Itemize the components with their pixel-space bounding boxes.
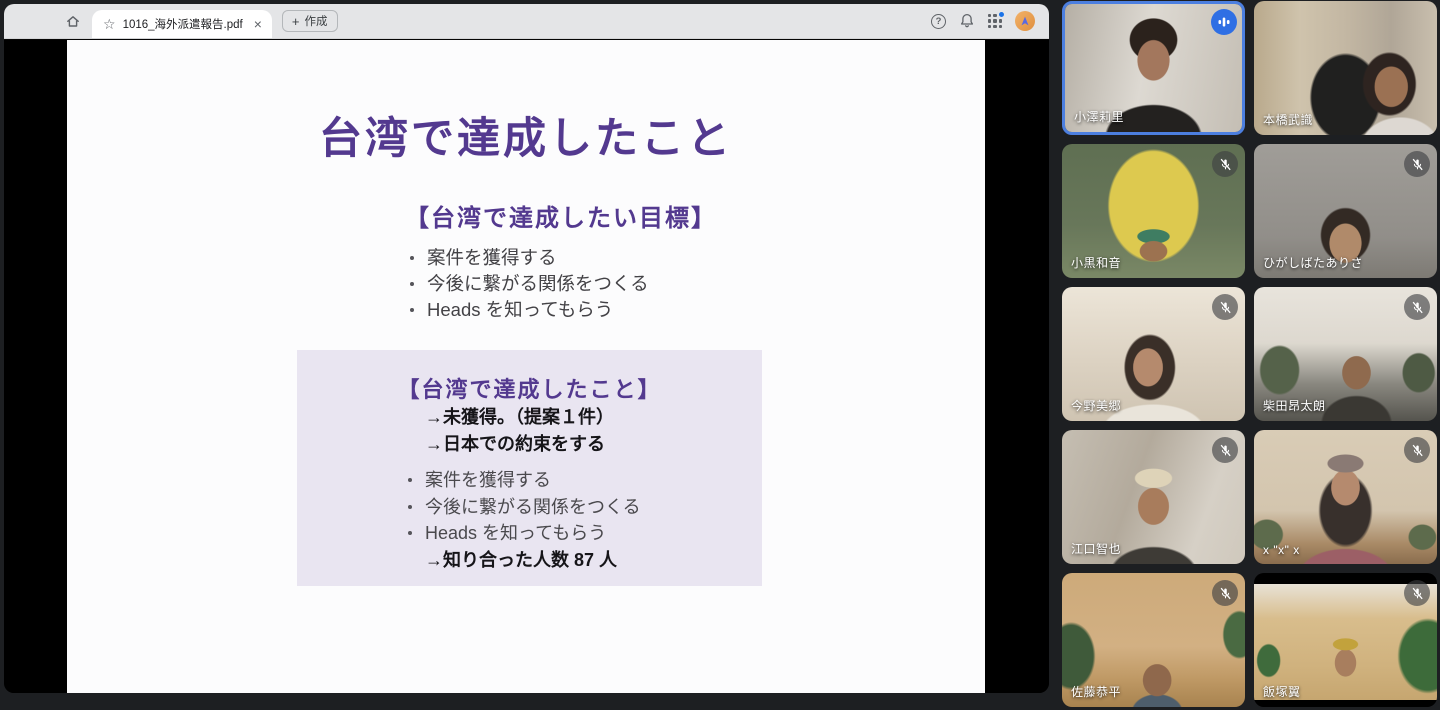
- mic-off-icon: [1410, 586, 1425, 601]
- slide-goals-section: 【台湾で達成したい目標】 案件を獲得する今後に繋がる関係をつくるHeads を知…: [405, 198, 717, 323]
- participant-tile[interactable]: 今野美郷: [1062, 287, 1245, 421]
- mic-off-icon: [1410, 443, 1425, 458]
- browser-toolbar-right: ?: [931, 11, 1049, 31]
- avatar-graphic: [1018, 14, 1032, 28]
- participant-tile[interactable]: 小黒和音: [1062, 144, 1245, 278]
- goal-bullet: Heads を知ってもらう: [405, 297, 717, 323]
- mic-muted-badge: [1404, 294, 1430, 320]
- participant-tile[interactable]: 柴田昂太朗: [1254, 287, 1437, 421]
- apps-grid-icon[interactable]: [988, 14, 1002, 28]
- slide-title: 台湾で達成したこと: [67, 104, 985, 166]
- tab-title: 1016_海外派遣報告.pdf: [123, 16, 243, 32]
- participant-tile[interactable]: ひがしばたありさ: [1254, 144, 1437, 278]
- mic-off-icon: [1218, 443, 1233, 458]
- bell-icon[interactable]: [959, 13, 975, 29]
- participant-name: x "x" x: [1263, 543, 1300, 557]
- shared-screen-browser: ☆ 1016_海外派遣報告.pdf × + 作成 ?: [4, 4, 1049, 693]
- participant-tile[interactable]: 佐藤恭平: [1062, 573, 1245, 707]
- pdf-slide: 台湾で達成したこと 【台湾で達成したい目標】 案件を獲得する今後に繋がる関係をつ…: [67, 40, 985, 693]
- mic-muted-badge: [1212, 151, 1238, 177]
- user-avatar[interactable]: [1015, 11, 1035, 31]
- mic-off-icon: [1218, 300, 1233, 315]
- participant-name: 佐藤恭平: [1071, 683, 1121, 700]
- participant-name: 小澤莉里: [1074, 108, 1124, 125]
- goals-heading: 【台湾で達成したい目標】: [405, 198, 717, 233]
- mic-off-icon: [1218, 157, 1233, 172]
- results-heading: 【台湾で達成したこと】: [297, 372, 762, 404]
- participant-tile[interactable]: 飯塚翼: [1254, 573, 1437, 707]
- help-icon[interactable]: ?: [931, 14, 946, 29]
- slide-results-box: 【台湾で達成したこと】 →未獲得。（提案１件）→日本での約束をする案件を獲得する…: [297, 350, 762, 586]
- goal-bullet: 案件を獲得する: [405, 245, 717, 271]
- result-bullet: Heads を知ってもらう: [405, 520, 762, 547]
- result-outcome: →日本での約束をする: [425, 431, 762, 458]
- notification-dot: [998, 11, 1005, 18]
- participant-name: ひがしばたありさ: [1263, 254, 1363, 271]
- mic-muted-badge: [1404, 151, 1430, 177]
- meeting-app-window: ☆ 1016_海外派遣報告.pdf × + 作成 ?: [0, 0, 1440, 710]
- participant-tile[interactable]: 本橋武識: [1254, 1, 1437, 135]
- create-button-label: 作成: [305, 13, 328, 29]
- home-icon: [65, 13, 81, 29]
- results-list: →未獲得。（提案１件）→日本での約束をする案件を獲得する今後に繋がる関係をつくる…: [297, 404, 762, 573]
- participant-name: 柴田昂太朗: [1263, 397, 1326, 414]
- mic-off-icon: [1218, 586, 1233, 601]
- goal-bullet: 今後に繋がる関係をつくる: [405, 271, 717, 297]
- participant-tile[interactable]: 小澤莉里: [1062, 1, 1245, 135]
- browser-tab-bar: ☆ 1016_海外派遣報告.pdf × + 作成 ?: [4, 4, 1049, 39]
- audio-level-icon: [1217, 15, 1231, 29]
- create-button[interactable]: + 作成: [282, 10, 338, 32]
- mic-off-icon: [1410, 157, 1425, 172]
- star-icon[interactable]: ☆: [103, 17, 116, 31]
- plus-icon: +: [292, 15, 300, 28]
- participant-name: 江口智也: [1071, 540, 1121, 557]
- mic-muted-badge: [1404, 437, 1430, 463]
- participant-tile[interactable]: x "x" x: [1254, 430, 1437, 564]
- mic-muted-badge: [1404, 580, 1430, 606]
- mic-off-icon: [1410, 300, 1425, 315]
- pdf-tab[interactable]: ☆ 1016_海外派遣報告.pdf ×: [92, 10, 272, 38]
- result-bullet: 今後に繋がる関係をつくる: [405, 494, 762, 521]
- goals-list: 案件を獲得する今後に繋がる関係をつくるHeads を知ってもらう: [405, 245, 717, 323]
- mic-muted-badge: [1212, 294, 1238, 320]
- result-outcome: →未獲得。（提案１件）: [425, 404, 762, 431]
- mic-muted-badge: [1212, 580, 1238, 606]
- result-bullet: 案件を獲得する: [405, 467, 762, 494]
- participant-name: 小黒和音: [1071, 254, 1121, 271]
- participant-name: 今野美郷: [1071, 397, 1121, 414]
- participant-tile[interactable]: 江口智也: [1062, 430, 1245, 564]
- pdf-viewer-canvas: 台湾で達成したこと 【台湾で達成したい目標】 案件を獲得する今後に繋がる関係をつ…: [4, 40, 1049, 693]
- home-button[interactable]: [60, 8, 86, 34]
- mic-muted-badge: [1212, 437, 1238, 463]
- tab-close-icon[interactable]: ×: [254, 17, 262, 31]
- speaking-indicator: [1211, 9, 1237, 35]
- result-outcome: →知り合った人数 87 人: [425, 547, 762, 574]
- participant-name: 飯塚翼: [1263, 683, 1301, 700]
- participant-name: 本橋武識: [1263, 111, 1313, 128]
